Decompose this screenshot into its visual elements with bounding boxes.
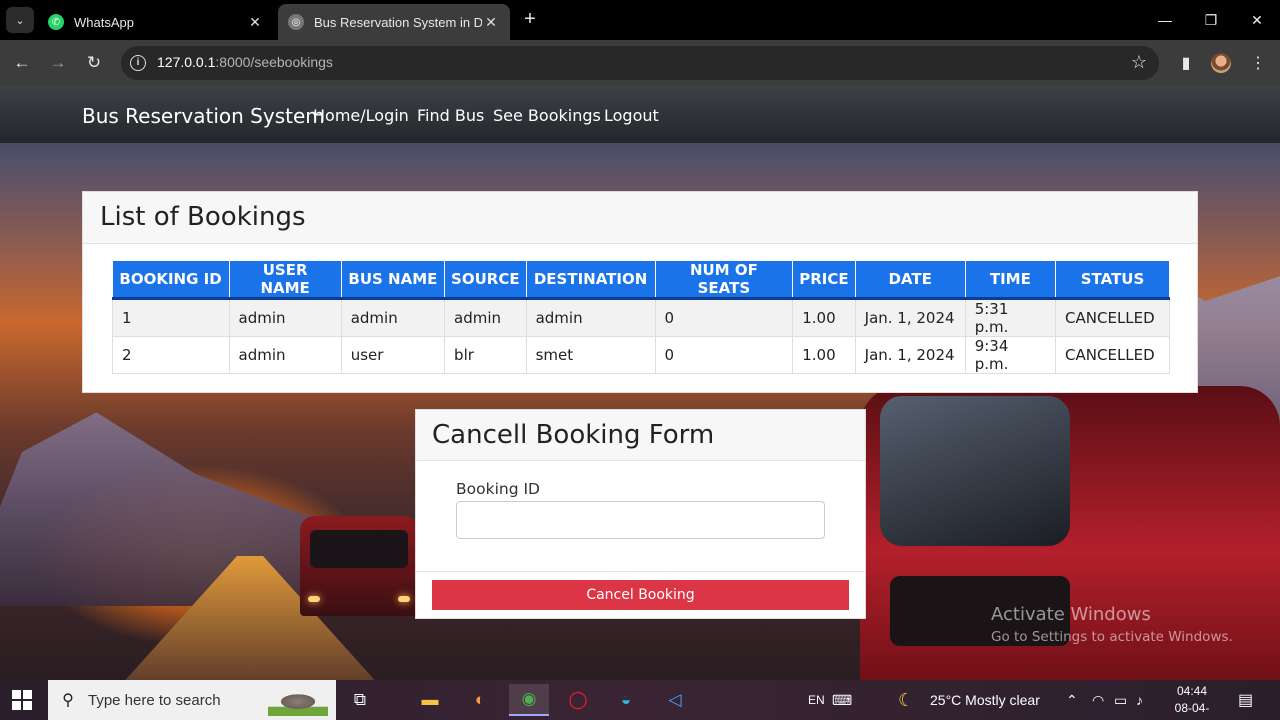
cell-booking-id: 2 — [112, 336, 230, 374]
column-header: SOURCE — [444, 261, 527, 300]
language-indicator[interactable]: EN — [808, 680, 825, 720]
cancel-booking-card: Cancell Booking Form Booking ID Cancel B… — [415, 409, 866, 619]
cell-time: 9:34 p.m. — [964, 336, 1057, 374]
tab-bus-reservation[interactable]: ◎ Bus Reservation System in Djang ✕ — [278, 4, 510, 40]
nav-see-bookings[interactable]: See Bookings — [493, 106, 601, 125]
browser-toolbar: ← → ↻ i 127.0.0.1:8000/seebookings ☆ ▮ ⋮ — [0, 40, 1280, 86]
bookings-card: List of Bookings BOOKING ID USER NAME BU… — [82, 191, 1198, 393]
bookings-table: BOOKING ID USER NAME BUS NAME SOURCE DES… — [112, 261, 1170, 374]
windows-start-icon[interactable] — [12, 690, 32, 710]
column-header: BOOKING ID — [112, 261, 230, 300]
chrome-icon[interactable]: ◉ — [509, 684, 549, 716]
tab-search-chevron-down-icon[interactable]: ⌄ — [6, 7, 34, 33]
cell-status: CANCELLED — [1055, 336, 1170, 374]
kebab-menu-icon[interactable]: ⋮ — [1245, 50, 1271, 76]
volume-icon[interactable]: ♪ — [1136, 680, 1143, 720]
keyboard-icon[interactable]: ⌨ — [832, 680, 852, 720]
close-tab-icon[interactable]: ✕ — [246, 14, 264, 31]
column-header: DATE — [855, 261, 966, 300]
task-view-icon[interactable]: ⧉ — [340, 684, 380, 716]
forward-arrow-icon[interactable]: → — [45, 50, 71, 76]
close-tab-icon[interactable]: ✕ — [482, 14, 500, 31]
column-header: PRICE — [792, 261, 856, 300]
search-placeholder: Type here to search — [88, 691, 221, 709]
site-info-icon[interactable]: i — [130, 55, 146, 71]
cell-booking-id: 1 — [112, 298, 230, 337]
weather-text[interactable]: 25°C Mostly clear — [930, 680, 1040, 720]
cell-bus-name: user — [340, 336, 446, 374]
booking-id-label: Booking ID — [456, 480, 540, 498]
notification-icon[interactable]: ▤ — [1238, 680, 1253, 720]
browser-tab-strip: ⌄ ✆ WhatsApp ✕ ◎ Bus Reservation System … — [0, 0, 1280, 40]
cell-time: 5:31 p.m. — [964, 298, 1057, 337]
cell-destination: admin — [525, 298, 656, 337]
activate-windows-watermark: Activate Windows Go to Settings to activ… — [991, 604, 1233, 645]
column-header: NUM OF SEATS — [655, 261, 794, 300]
column-header: USER NAME — [229, 261, 342, 300]
cancel-booking-button[interactable]: Cancel Booking — [432, 580, 849, 610]
column-header: STATUS — [1055, 261, 1170, 300]
cell-status: CANCELLED — [1055, 298, 1170, 337]
tab-title: WhatsApp — [74, 14, 134, 30]
column-header: TIME — [965, 261, 1057, 300]
opera-icon[interactable]: ◯ — [558, 684, 598, 716]
cell-destination: smet — [525, 336, 656, 374]
bookings-title: List of Bookings — [83, 192, 1197, 244]
edge-icon[interactable]: ◒ — [606, 684, 646, 716]
divider — [416, 571, 865, 572]
cell-num-seats: 0 — [654, 336, 794, 374]
new-tab-button[interactable]: + — [518, 8, 542, 32]
nav-logout[interactable]: Logout — [604, 106, 659, 125]
site-navbar: Bus Reservation System Home/Login Find B… — [0, 86, 1280, 143]
table-row: 2 admin user blr smet 0 1.00 Jan. 1, 202… — [112, 336, 1170, 374]
wifi-icon[interactable]: ◠ — [1092, 680, 1104, 720]
cell-user-name: admin — [228, 336, 342, 374]
search-highlight-image — [268, 684, 328, 716]
cell-date: Jan. 1, 2024 — [854, 336, 966, 374]
window-close-button[interactable]: ✕ — [1234, 0, 1280, 40]
background-bus — [300, 516, 418, 616]
search-icon: ⚲ — [62, 692, 74, 709]
nav-home-login[interactable]: Home/Login — [313, 106, 409, 125]
restore-button[interactable]: ❐ — [1188, 0, 1234, 40]
column-header: DESTINATION — [526, 261, 656, 300]
cell-source: admin — [444, 298, 527, 337]
nav-find-bus[interactable]: Find Bus — [417, 106, 484, 125]
cell-source: blr — [444, 336, 527, 374]
column-header: BUS NAME — [341, 261, 446, 300]
minimize-button[interactable]: — — [1142, 0, 1188, 40]
back-arrow-icon[interactable]: ← — [9, 50, 35, 76]
cell-date: Jan. 1, 2024 — [854, 298, 966, 337]
battery-icon[interactable]: ▭ — [1114, 680, 1127, 720]
globe-icon: ◎ — [288, 14, 304, 30]
taskbar-search-box[interactable]: ⚲ Type here to search — [48, 680, 336, 720]
file-explorer-icon[interactable]: ▬ — [410, 684, 450, 716]
windows-taskbar: ⚲ Type here to search ⧉ ▬ ◐ ◉ ◯ ◒ ◁ EN ⌨… — [0, 680, 1280, 720]
page-viewport: Bus Reservation System Home/Login Find B… — [0, 86, 1280, 680]
taskbar-clock[interactable]: 04:44 08-04-2024 — [1162, 683, 1222, 720]
tab-whatsapp[interactable]: ✆ WhatsApp ✕ — [38, 4, 274, 40]
whatsapp-icon: ✆ — [48, 14, 64, 30]
app-icon[interactable]: ◐ — [460, 684, 500, 716]
cell-price: 1.00 — [792, 336, 856, 374]
chevron-up-icon[interactable]: ⌃ — [1066, 680, 1078, 720]
table-row: 1 admin admin admin admin 0 1.00 Jan. 1,… — [112, 298, 1170, 337]
side-panel-icon[interactable]: ▮ — [1173, 50, 1199, 76]
url-text: 127.0.0.1:8000/seebookings — [157, 54, 333, 70]
vscode-icon[interactable]: ◁ — [655, 684, 695, 716]
address-bar[interactable]: i 127.0.0.1:8000/seebookings ☆ — [121, 46, 1159, 80]
weather-moon-icon[interactable]: ☾ — [898, 680, 914, 720]
reload-icon[interactable]: ↻ — [81, 50, 107, 76]
site-brand[interactable]: Bus Reservation System — [82, 104, 325, 128]
cell-num-seats: 0 — [654, 298, 794, 337]
cancel-form-title: Cancell Booking Form — [416, 410, 865, 461]
profile-avatar[interactable] — [1211, 53, 1231, 73]
cell-bus-name: admin — [340, 298, 446, 337]
tab-title: Bus Reservation System in Djang — [314, 14, 482, 30]
cell-user-name: admin — [228, 298, 342, 337]
cell-price: 1.00 — [792, 298, 856, 337]
bookmark-star-icon[interactable]: ☆ — [1131, 52, 1147, 73]
booking-id-input[interactable] — [456, 501, 825, 539]
table-header-row: BOOKING ID USER NAME BUS NAME SOURCE DES… — [112, 261, 1170, 300]
